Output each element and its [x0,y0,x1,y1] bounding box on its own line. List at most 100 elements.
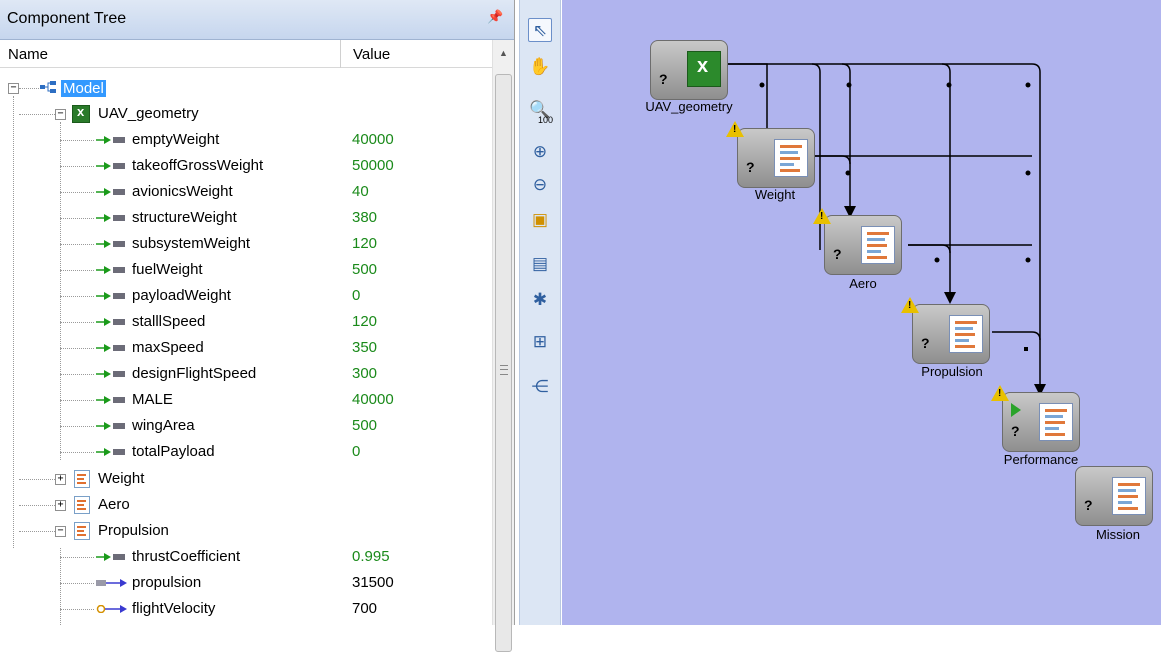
param-name: avionicsWeight [132,183,233,200]
tree-row-param[interactable]: thrustCoefficient 0.995 [0,544,492,570]
tree-row-param[interactable]: subsystemWeight 120 [0,231,492,257]
node-label: Mission [1095,527,1141,542]
param-name: propulsion [132,574,202,591]
tree-row-param[interactable]: payloadWeight 0 [0,283,492,309]
tree-row-aero[interactable]: + Aero [0,492,492,518]
tree-row-uav-geometry[interactable]: − UAV_geometry [0,101,492,127]
tree-row-param[interactable]: avionicsWeight 40 [0,179,492,205]
model-canvas[interactable]: ? UAV_geometry ? Weight ? Aero ? Propuls… [562,0,1161,625]
tree-row-param[interactable]: emptyWeight 40000 [0,127,492,153]
find-icon[interactable]: ✱ [528,288,552,312]
script-icon [1112,477,1146,515]
param-value[interactable]: 40 [352,183,369,200]
expand-icon[interactable]: + [55,474,66,485]
zoom-100-label: 100 [538,115,554,125]
tree-row-param[interactable]: totalPayload 0 [0,439,492,465]
pin-icon[interactable]: 📌 [487,9,503,25]
warning-icon [901,297,919,313]
node-propulsion[interactable]: ? [901,297,990,364]
column-separator[interactable] [340,40,341,68]
node-label: UAV_geometry [645,99,733,114]
param-value[interactable]: 500 [352,261,377,278]
input-param-icon [96,370,125,378]
tree-row-param[interactable]: structureWeight 380 [0,205,492,231]
param-value[interactable]: 50000 [352,157,394,174]
collapse-icon[interactable]: − [55,526,66,537]
tree-row-param[interactable]: designFlightSpeed 300 [0,361,492,387]
zoom-out-icon[interactable]: ⊖ [528,173,552,197]
tree-row-param[interactable]: wingArea 500 [0,413,492,439]
tree-scrollbar[interactable]: ▲ [492,40,514,652]
param-value[interactable]: 0 [352,287,360,304]
column-header: Name Value [0,40,492,68]
input-param-icon [96,136,125,144]
scroll-up-icon[interactable]: ▲ [499,48,508,58]
column-header-value[interactable]: Value [353,46,390,63]
scroll-thumb[interactable] [495,74,512,652]
param-value[interactable]: 40000 [352,131,394,148]
param-value[interactable]: 120 [352,313,377,330]
column-header-name[interactable]: Name [8,46,48,63]
param-value[interactable]: 0.995 [352,548,390,565]
param-name: emptyWeight [132,131,220,148]
tree-row-model[interactable]: − Model [0,75,492,101]
param-name: subsystemWeight [132,235,251,252]
warning-icon [813,208,831,224]
node-label: Performance [1003,452,1079,467]
param-value[interactable]: 300 [352,365,377,382]
param-value[interactable]: 350 [352,339,377,356]
tree-row-weight[interactable]: + Weight [0,466,492,492]
component-tree-panel: Component Tree 📌 Name Value − Model − UA… [0,0,515,652]
node-performance[interactable]: ? [991,385,1080,452]
tree-row-param[interactable]: flightVelocity 700 [0,596,492,622]
collapse-icon[interactable]: − [55,109,66,120]
param-value[interactable]: 0 [352,443,360,460]
warning-icon [726,121,744,137]
expand-icon[interactable]: + [55,500,66,511]
input-param-icon [96,240,125,248]
canvas-toolbar: ⇖ ✋ 🔍 100 ⊕ ⊖ ▣ ▤ ✱ ⊞ ⋲ [519,0,561,625]
script-icon [1039,403,1073,441]
add-component-icon[interactable]: ⊞ [528,330,552,354]
tree-item-label: Aero [98,496,130,513]
tree-row-param[interactable]: maxSpeed 350 [0,335,492,361]
pan-hand-icon[interactable]: ✋ [528,55,552,79]
param-value[interactable]: 31500 [352,574,394,591]
param-value[interactable]: 120 [352,235,377,252]
param-value[interactable]: 40000 [352,391,394,408]
select-pointer-icon[interactable]: ⇖ [528,18,552,42]
param-value[interactable]: 700 [352,600,377,617]
input-param-icon [96,188,125,196]
collapse-icon[interactable]: − [8,83,19,94]
input-param-icon [96,344,125,352]
unknown-status-icon: ? [1011,423,1020,439]
zoom-100-icon[interactable]: 🔍 100 [528,98,553,125]
node-label: Weight [754,187,796,202]
param-value[interactable]: 380 [352,209,377,226]
unknown-status-icon: ? [921,335,930,351]
tree-row-param[interactable]: stalllSpeed 120 [0,309,492,335]
tree-row-param[interactable]: propulsion 31500 [0,570,492,596]
unknown-status-icon: ? [833,246,842,262]
param-name: stalllSpeed [132,313,206,330]
node-weight[interactable]: ? [726,121,815,188]
param-value[interactable]: 500 [352,417,377,434]
zoom-fit-icon[interactable]: ▣ [528,208,552,232]
param-name: MALE [132,391,173,408]
script-icon [74,522,90,540]
tree-row-propulsion[interactable]: − Propulsion [0,518,492,544]
zoom-in-icon[interactable]: ⊕ [528,140,552,164]
input-param-icon [96,292,125,300]
param-name: takeoffGrossWeight [132,157,264,174]
inout-param-icon [96,605,127,613]
properties-icon[interactable]: ▤ [528,252,552,276]
tree-row-param[interactable]: fuelWeight 500 [0,257,492,283]
node-aero[interactable]: ? [813,208,902,275]
tree-item-label[interactable]: Model [61,80,106,97]
node-uav-geometry[interactable]: ? [650,40,728,100]
tree-row-param[interactable]: MALE 40000 [0,387,492,413]
tree-layout-icon[interactable]: ⋲ [528,375,552,399]
tree-row-param[interactable]: takeoffGrossWeight 50000 [0,153,492,179]
node-mission[interactable]: ? [1075,466,1153,526]
excel-icon [72,104,90,123]
